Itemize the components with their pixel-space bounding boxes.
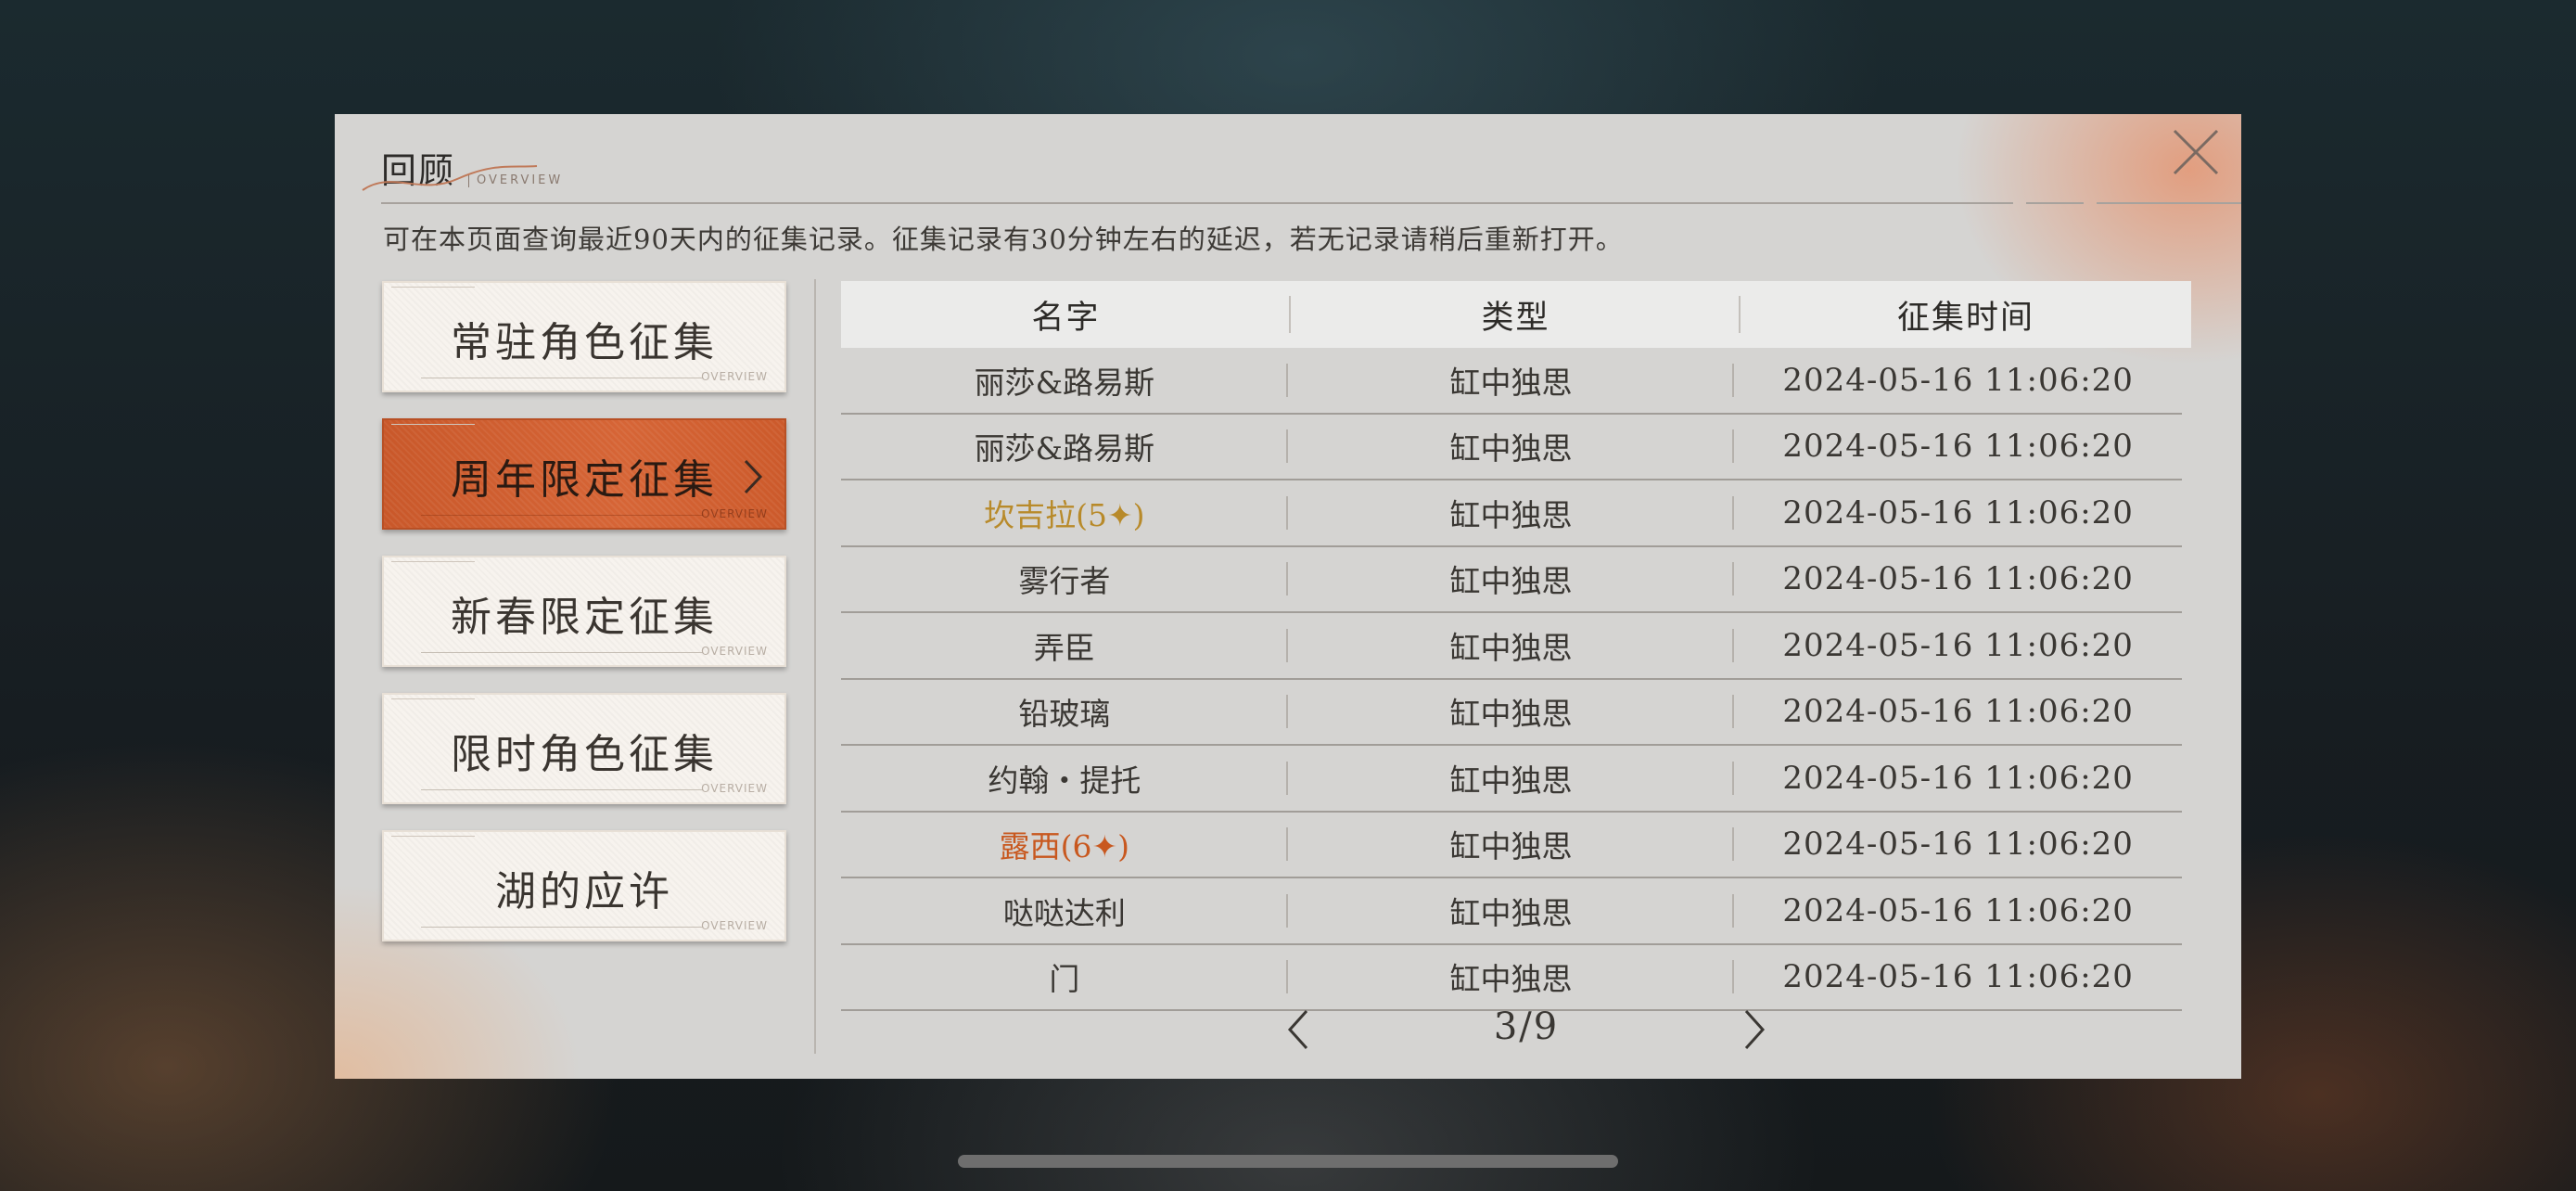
table-row: 露西(6✦) 缸中独思 2024-05-16 11:06:20 [841, 813, 2182, 878]
row-type: 缸中独思 [1288, 889, 1735, 933]
header-rule-end [2097, 202, 2241, 204]
banner-tab-list: 常驻角色征集 OVERVIEW 周年限定征集 OVERVIEW 新春限定征集 O… [382, 281, 786, 967]
row-time: 2024-05-16 11:06:20 [1782, 958, 2134, 996]
table-row: 丽莎&路易斯 缸中独思 2024-05-16 11:06:20 [841, 348, 2182, 415]
row-name: 弄臣 [841, 623, 1288, 668]
table-row: 铅玻璃 缸中独思 2024-05-16 11:06:20 [841, 680, 2182, 746]
tab-foot-text: OVERVIEW [701, 370, 768, 383]
row-time: 2024-05-16 11:06:20 [1782, 759, 2134, 797]
header-rule-short [2026, 202, 2084, 204]
row-time: 2024-05-16 11:06:20 [1782, 493, 2134, 531]
tab-lake-promise[interactable]: 湖的应许 OVERVIEW [382, 830, 786, 941]
close-icon [2173, 129, 2219, 175]
table-row: 丽莎&路易斯 缸中独思 2024-05-16 11:06:20 [841, 415, 2182, 480]
row-time: 2024-05-16 11:06:20 [1782, 891, 2134, 929]
panel-divider [814, 279, 816, 1054]
table-row: 哒哒达利 缸中独思 2024-05-16 11:06:20 [841, 878, 2182, 945]
tab-footer: OVERVIEW [421, 645, 768, 658]
row-type: 缸中独思 [1288, 756, 1735, 800]
table-row: 弄臣 缸中独思 2024-05-16 11:06:20 [841, 613, 2182, 680]
row-type: 缸中独思 [1288, 689, 1735, 734]
tab-footer: OVERVIEW [421, 507, 768, 520]
header-rule [381, 202, 2013, 204]
tab-footer: OVERVIEW [421, 919, 768, 932]
title-swoosh-decoration [362, 165, 538, 191]
tab-standard[interactable]: 常驻角色征集 OVERVIEW [382, 281, 786, 392]
row-name: 哒哒达利 [841, 889, 1288, 933]
row-time: 2024-05-16 11:06:20 [1782, 693, 2134, 731]
row-type: 缸中独思 [1288, 623, 1735, 668]
table-row: 约翰・提托 缸中独思 2024-05-16 11:06:20 [841, 746, 2182, 813]
tab-footer: OVERVIEW [421, 370, 768, 383]
home-indicator[interactable] [958, 1155, 1618, 1168]
row-type: 缸中独思 [1288, 822, 1735, 866]
tab-foot-text: OVERVIEW [701, 782, 768, 795]
page-indicator: 3/9 [1493, 1005, 1560, 1048]
tab-foot-text: OVERVIEW [701, 919, 768, 932]
row-name-rarity-6: 露西(6✦) [841, 822, 1288, 866]
row-name: 约翰・提托 [841, 756, 1288, 800]
tab-label: 限时角色征集 [451, 731, 718, 778]
row-time: 2024-05-16 11:06:20 [1782, 428, 2134, 466]
table-header: 名字 类型 征集时间 [841, 281, 2191, 348]
tab-corner-line [391, 561, 475, 562]
row-time: 2024-05-16 11:06:20 [1782, 826, 2134, 864]
tab-anniversary[interactable]: 周年限定征集 OVERVIEW [382, 418, 786, 530]
tab-corner-line [391, 836, 475, 837]
next-page-button[interactable] [1735, 1005, 1772, 1054]
row-time: 2024-05-16 11:06:20 [1782, 560, 2134, 598]
chevron-right-icon [1744, 1009, 1766, 1050]
header-name: 名字 [841, 291, 1291, 339]
row-type: 缸中独思 [1288, 491, 1735, 535]
row-name: 雾行者 [841, 557, 1288, 601]
row-type: 缸中独思 [1288, 358, 1735, 403]
row-name: 丽莎&路易斯 [841, 358, 1288, 403]
tab-foot-text: OVERVIEW [701, 507, 768, 520]
tab-corner-line [391, 424, 475, 425]
tab-label: 新春限定征集 [451, 594, 718, 641]
tab-label: 湖的应许 [495, 868, 673, 916]
tab-label: 周年限定征集 [451, 456, 718, 504]
tab-label: 常驻角色征集 [451, 319, 718, 366]
tab-spring-festival[interactable]: 新春限定征集 OVERVIEW [382, 556, 786, 667]
row-type: 缸中独思 [1288, 954, 1735, 999]
pagination: 3/9 [1281, 1000, 1772, 1056]
row-name: 铅玻璃 [841, 689, 1288, 734]
tab-foot-text: OVERVIEW [701, 645, 768, 658]
row-type: 缸中独思 [1288, 424, 1735, 468]
table-row: 雾行者 缸中独思 2024-05-16 11:06:20 [841, 547, 2182, 613]
row-time: 2024-05-16 11:06:20 [1782, 361, 2134, 399]
chevron-right-icon [744, 459, 763, 494]
row-time: 2024-05-16 11:06:20 [1782, 626, 2134, 664]
tab-footer: OVERVIEW [421, 782, 768, 795]
tab-limited-character[interactable]: 限时角色征集 OVERVIEW [382, 693, 786, 804]
close-button[interactable] [2167, 123, 2225, 181]
row-name: 门 [841, 954, 1288, 999]
row-name-rarity-5: 坎吉拉(5✦) [841, 491, 1288, 535]
table-row: 坎吉拉(5✦) 缸中独思 2024-05-16 11:06:20 [841, 480, 2182, 547]
header-time: 征集时间 [1896, 299, 2034, 337]
row-name: 丽莎&路易斯 [841, 424, 1288, 468]
records-table: 名字 类型 征集时间 丽莎&路易斯 缸中独思 2024-05-16 11:06:… [841, 281, 2191, 1011]
dialog-description: 可在本页面查询最近90天内的征集记录。征集记录有30分钟左右的延迟，若无记录请稍… [383, 224, 1624, 255]
row-type: 缸中独思 [1288, 557, 1735, 601]
tab-corner-line [391, 698, 475, 699]
overview-dialog: 回顾 OVERVIEW 可在本页面查询最近90天内的征集记录。征集记录有30分钟… [335, 114, 2241, 1079]
header-type: 类型 [1291, 291, 1741, 339]
tab-corner-line [391, 287, 475, 288]
